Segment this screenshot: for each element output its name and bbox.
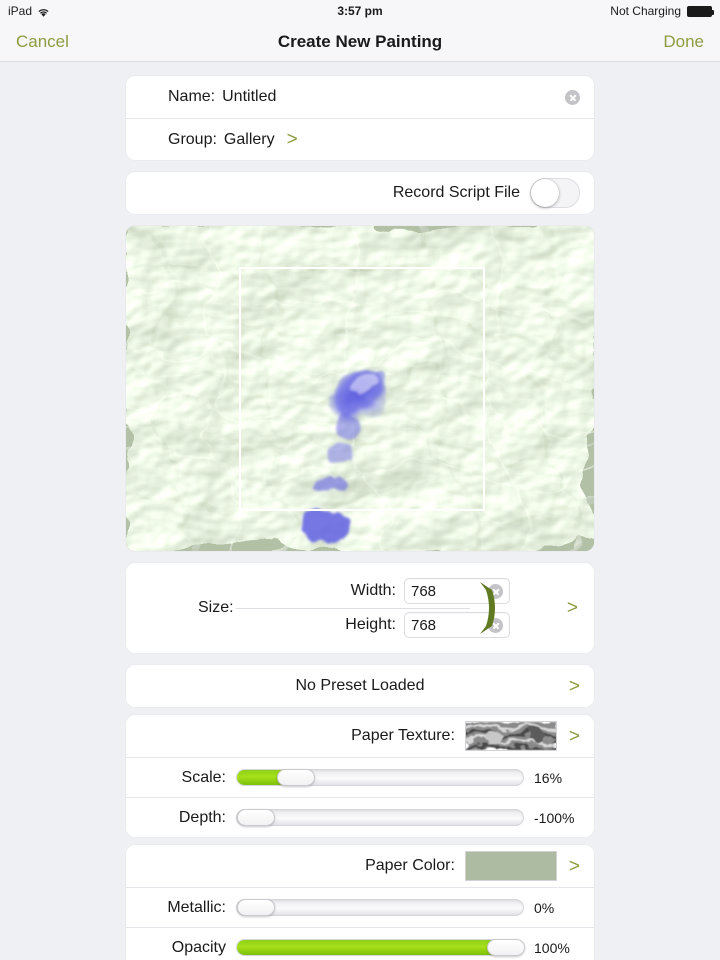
device-name: iPad bbox=[8, 4, 33, 18]
done-button[interactable]: Done bbox=[663, 32, 704, 52]
preset-chevron-right-icon[interactable]: > bbox=[569, 677, 580, 696]
opacity-value: 100% bbox=[534, 939, 570, 956]
scale-slider-knob[interactable] bbox=[277, 769, 315, 786]
name-row[interactable]: Name: Untitled bbox=[126, 76, 594, 118]
crop-selection-rect[interactable] bbox=[239, 267, 485, 511]
size-chevron-right-icon[interactable]: > bbox=[567, 599, 578, 618]
clear-name-icon[interactable] bbox=[565, 89, 580, 105]
scale-value: 16% bbox=[534, 769, 563, 786]
toggle-knob bbox=[531, 179, 559, 207]
paper-texture-label: Paper Texture: bbox=[351, 727, 455, 744]
canvas-preview[interactable] bbox=[126, 226, 594, 551]
battery-full-icon bbox=[687, 5, 714, 17]
navigation-bar: Cancel Create New Painting Done bbox=[0, 22, 720, 62]
opacity-slider-fill bbox=[237, 940, 506, 955]
status-bar: iPad 3:57 pm Not Charging bbox=[0, 0, 720, 22]
record-script-card: Record Script File bbox=[126, 172, 594, 214]
depth-slider-knob[interactable] bbox=[237, 809, 275, 826]
link-aspect-ratio-icon[interactable] bbox=[476, 580, 498, 636]
name-group-card: Name: Untitled Group: Gallery > bbox=[126, 76, 594, 160]
slider-row-metallic: Metallic: 0% bbox=[126, 887, 594, 927]
status-bar-left: iPad bbox=[8, 4, 50, 18]
group-row[interactable]: Group: Gallery > bbox=[126, 118, 594, 160]
slider-row-scale: Scale: 16% bbox=[126, 757, 594, 797]
paper-texture-swatch[interactable] bbox=[464, 721, 557, 751]
chevron-right-icon[interactable]: > bbox=[287, 130, 298, 149]
width-value: 768 bbox=[411, 582, 437, 600]
scale-label: Scale: bbox=[181, 768, 226, 786]
group-value: Gallery bbox=[223, 130, 275, 148]
metallic-slider-knob[interactable] bbox=[237, 899, 275, 916]
slider-row-depth: Depth: -100% bbox=[126, 797, 594, 837]
wifi-icon bbox=[37, 7, 50, 18]
size-label: Size: bbox=[198, 599, 234, 616]
battery-status-label: Not Charging bbox=[610, 4, 681, 18]
depth-label: Depth: bbox=[178, 808, 226, 826]
record-script-label: Record Script File bbox=[392, 184, 520, 201]
group-label: Group: bbox=[168, 130, 217, 148]
metallic-slider[interactable] bbox=[236, 899, 524, 916]
preset-label: No Preset Loaded bbox=[295, 677, 425, 694]
height-label: Height: bbox=[345, 616, 396, 633]
cancel-button[interactable]: Cancel bbox=[16, 32, 69, 52]
preset-row[interactable]: No Preset Loaded > bbox=[126, 665, 594, 707]
size-card: Size: Width: 768 Height: 768 > bbox=[126, 563, 594, 653]
opacity-slider-knob[interactable] bbox=[487, 939, 525, 956]
depth-value: -100% bbox=[534, 809, 575, 826]
paper-texture-chevron-right-icon[interactable]: > bbox=[569, 727, 580, 746]
metallic-value: 0% bbox=[534, 899, 555, 916]
paper-color-row[interactable]: Paper Color: > bbox=[126, 845, 594, 887]
record-script-toggle[interactable] bbox=[530, 178, 580, 208]
height-value: 768 bbox=[411, 616, 437, 634]
page-title: Create New Painting bbox=[277, 31, 443, 51]
depth-slider[interactable] bbox=[236, 809, 524, 826]
width-label: Width: bbox=[350, 582, 396, 599]
slider-row-opacity: Opacity 100% bbox=[126, 927, 594, 960]
paper-texture-card: Paper Texture: > Scale: 16% Depth: -100% bbox=[126, 715, 594, 837]
paper-color-chevron-right-icon[interactable]: > bbox=[569, 857, 580, 876]
name-input[interactable]: Untitled bbox=[222, 88, 276, 106]
name-label: Name: bbox=[168, 88, 216, 105]
paper-color-swatch[interactable] bbox=[464, 851, 557, 881]
preset-card: No Preset Loaded > bbox=[126, 665, 594, 707]
scale-slider[interactable] bbox=[236, 769, 524, 786]
paper-color-card: Paper Color: > Metallic: 0% Opacity 100% bbox=[126, 845, 594, 960]
record-script-row[interactable]: Record Script File bbox=[126, 172, 594, 214]
status-bar-right: Not Charging bbox=[610, 4, 714, 18]
opacity-slider[interactable] bbox=[236, 939, 525, 956]
metallic-label: Metallic: bbox=[167, 898, 226, 916]
paper-color-label: Paper Color: bbox=[365, 857, 455, 874]
paper-texture-row[interactable]: Paper Texture: > bbox=[126, 715, 594, 757]
opacity-label: Opacity bbox=[171, 938, 226, 956]
